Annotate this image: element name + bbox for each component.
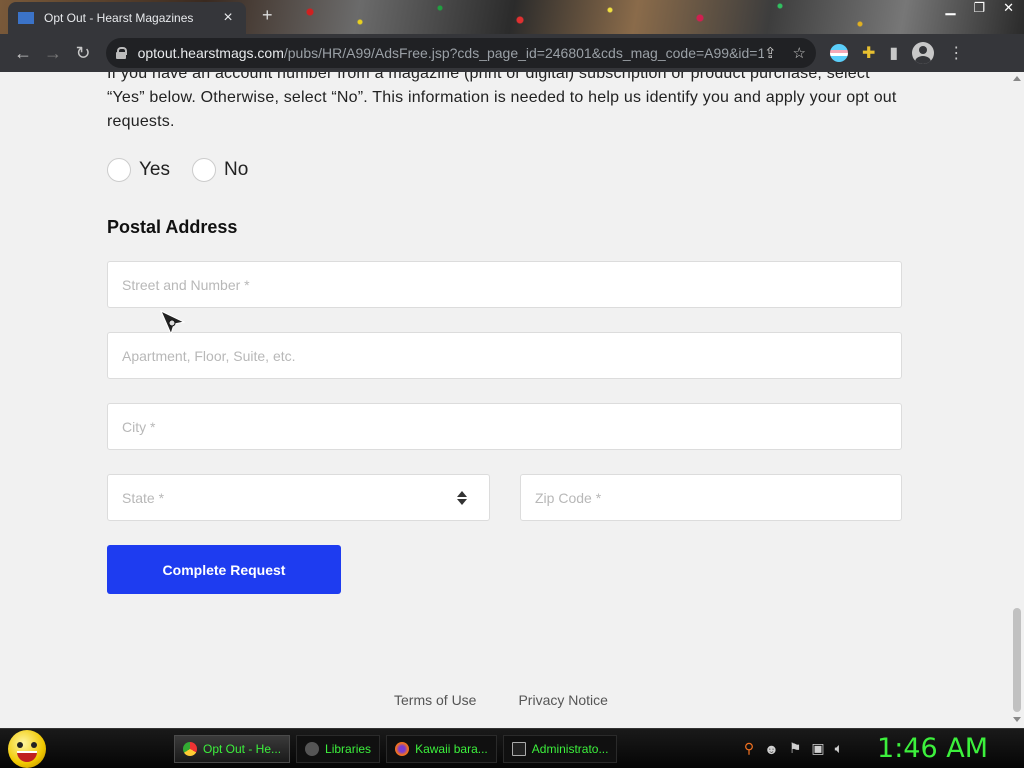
account-radio-group: Yes No <box>107 158 270 182</box>
favicon-icon <box>18 12 34 24</box>
page-scrollbar[interactable] <box>1010 72 1024 728</box>
complete-request-button[interactable]: Complete Request <box>107 545 341 594</box>
city-input[interactable] <box>107 403 902 450</box>
street-input[interactable] <box>107 261 902 308</box>
action-center-flag-icon[interactable]: ⚑ <box>789 740 802 757</box>
window-controls: ▁ ❐ ✕ <box>945 0 1014 16</box>
scroll-up-icon[interactable] <box>1013 76 1021 81</box>
command-prompt-icon <box>511 741 526 756</box>
search-icon[interactable]: ⚲ <box>744 740 754 757</box>
taskbar-item-label: Kawaii bara... <box>415 741 488 756</box>
url-host: optout.hearstmags.com <box>137 45 284 61</box>
start-button-smiley-icon[interactable] <box>8 729 46 768</box>
radio-yes-label[interactable]: Yes <box>139 159 170 181</box>
back-icon[interactable]: ← <box>8 38 38 68</box>
privacy-notice-link[interactable]: Privacy Notice <box>518 692 607 708</box>
taskbar-item-label: Libraries <box>325 741 372 756</box>
messenger-icon[interactable]: ☻ <box>764 741 779 757</box>
network-icon[interactable]: ▣ <box>811 740 824 757</box>
restore-icon[interactable]: ❐ <box>973 0 985 16</box>
apartment-input[interactable] <box>107 332 902 379</box>
page-content: If you have an account number from a mag… <box>0 72 1010 728</box>
scroll-down-icon[interactable] <box>1013 717 1021 722</box>
scrollbar-thumb[interactable] <box>1013 608 1021 712</box>
taskbar-item-chrome[interactable]: Opt Out - He... <box>174 734 291 763</box>
zip-code-input[interactable] <box>520 474 902 521</box>
radio-no[interactable] <box>192 158 216 182</box>
taskbar-item-cmd[interactable]: Administrato... <box>502 734 618 763</box>
address-bar[interactable]: optout.hearstmags.com /pubs/HR/A99/AdsFr… <box>106 38 816 68</box>
footer-links: Terms of Use Privacy Notice <box>394 692 608 708</box>
mouse-cursor-icon <box>160 310 186 336</box>
minimize-icon[interactable]: ▁ <box>945 0 955 16</box>
extension-flag-icon[interactable] <box>830 44 848 62</box>
taskbar-item-firefox[interactable]: Kawaii bara... <box>386 734 497 763</box>
profile-avatar-icon[interactable] <box>912 42 935 64</box>
url-path: /pubs/HR/A99/AdsFree.jsp?cds_page_id=246… <box>283 45 764 61</box>
section-title-postal-address: Postal Address <box>107 217 238 237</box>
state-select-placeholder: State * <box>122 489 165 506</box>
tab-close-icon[interactable]: × <box>220 10 236 26</box>
intro-paragraph: If you have an account number from a mag… <box>107 72 897 130</box>
taskbar-item-label: Opt Out - He... <box>203 741 282 756</box>
taskbar-item-libraries[interactable]: Libraries <box>296 734 381 763</box>
firefox-icon <box>395 741 410 756</box>
taskbar-item-label: Administrato... <box>531 741 609 756</box>
volume-icon[interactable]: 🔈︎ <box>835 740 843 757</box>
extensions-puzzle-icon[interactable]: ✚ <box>862 43 875 63</box>
taskbar-clock[interactable]: 1:46 AM <box>877 733 988 764</box>
browser-toolbar: ← → ↻ optout.hearstmags.com /pubs/HR/A99… <box>0 34 1024 72</box>
menu-kebab-icon[interactable]: ⋮ <box>948 43 964 63</box>
taskbar: Opt Out - He... Libraries Kawaii bara...… <box>0 728 1024 768</box>
forward-icon[interactable]: → <box>38 38 68 68</box>
side-panel-icon[interactable]: ▮ <box>889 43 898 63</box>
system-tray: ⚲ ☻ ⚑ ▣ 🔈︎ 1:46 AM <box>744 733 1024 764</box>
select-arrows-icon <box>457 490 467 505</box>
reload-icon[interactable]: ↻ <box>68 38 98 68</box>
bookmark-star-icon[interactable]: ☆ <box>793 44 806 62</box>
tab-title: Opt Out - Hearst Magazines <box>44 11 194 25</box>
close-window-icon[interactable]: ✕ <box>1003 0 1014 16</box>
radio-yes[interactable] <box>107 158 131 182</box>
radio-no-label[interactable]: No <box>224 159 248 181</box>
lock-icon[interactable] <box>116 47 127 59</box>
state-select[interactable]: State * <box>107 474 490 521</box>
share-icon[interactable]: ⇪ <box>764 44 777 62</box>
browser-tabstrip: Opt Out - Hearst Magazines × + ▁ ❐ ✕ <box>0 0 1024 34</box>
browser-tab-active[interactable]: Opt Out - Hearst Magazines × <box>8 2 246 34</box>
new-tab-button[interactable]: + <box>262 5 273 26</box>
terms-of-use-link[interactable]: Terms of Use <box>394 692 476 708</box>
chrome-icon <box>183 741 197 756</box>
libraries-icon <box>305 741 320 756</box>
